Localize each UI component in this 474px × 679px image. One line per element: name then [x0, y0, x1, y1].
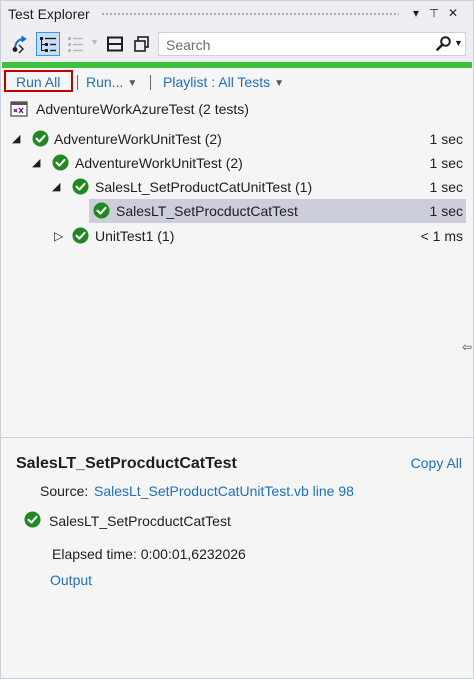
resize-arrow-icon[interactable]: ⇦ [462, 340, 472, 354]
tree-node-duration: 1 sec [429, 131, 463, 147]
source-label: Source: [40, 483, 89, 499]
playlist-menu-button[interactable]: Playlist : All Tests ▼ [163, 74, 284, 90]
copy-icon[interactable] [131, 33, 153, 55]
tree-node-duration: 1 sec [429, 179, 463, 195]
run-menu-label: Run... [86, 74, 124, 90]
title-bar: Test Explorer ▾ ⊥ ✕ [1, 1, 473, 27]
run-dropdown-icon: ▼ [127, 78, 138, 89]
toolbar: ▼ ▼ [1, 27, 473, 61]
separator [150, 75, 151, 90]
passed-icon [72, 227, 89, 244]
tree-node-duration: < 1 ms [420, 228, 463, 244]
solution-row[interactable]: AdventureWorkAzureTest (2 tests) [1, 97, 473, 121]
source-link[interactable]: SalesLt_SetProductCatUnitTest.vb line 98 [94, 483, 354, 499]
tree-node-row[interactable]: ◢ SalesLt_SetProductCatUnitTest (1) 1 se… [1, 175, 473, 199]
tree-node-label: AdventureWorkUnitTest (2) [75, 155, 243, 171]
tree-node-label: SalesLT_SetProcductCatTest [116, 203, 298, 219]
command-bar: Run All Run... ▼ Playlist : All Tests ▼ [1, 68, 473, 96]
visual-studio-solution-icon [10, 101, 28, 117]
passed-icon [72, 178, 89, 195]
solution-label: AdventureWorkAzureTest (2 tests) [36, 101, 249, 117]
test-tree: AdventureWorkAzureTest (2 tests) ◢ Adven… [1, 96, 473, 436]
details-test-title: SalesLT_SetProcductCatTest [16, 455, 237, 472]
close-icon[interactable]: ✕ [445, 5, 461, 21]
test-explorer-window: Test Explorer ▾ ⊥ ✕ ▼ Search ▼ Run All R… [0, 0, 474, 679]
tree-node-label: SalesLt_SetProductCatUnitTest (1) [95, 179, 313, 195]
tree-node-row[interactable]: ▷ UnitTest1 (1) < 1 ms [1, 224, 473, 248]
passed-icon [24, 511, 41, 528]
run-all-button[interactable]: Run All [16, 74, 60, 90]
tree-node-row[interactable]: ◢ AdventureWorkUnitTest (2) 1 sec [1, 151, 473, 175]
window-menu-icon[interactable]: ▾ [408, 5, 424, 21]
collapse-arrow-icon[interactable]: ◢ [32, 156, 40, 169]
pin-icon[interactable]: ⊥ [426, 5, 442, 21]
passed-icon [93, 202, 110, 219]
window-title: Test Explorer [8, 6, 90, 22]
playlist-label: Playlist : All Tests [163, 74, 271, 90]
test-details-pane: SalesLT_SetProcductCatTest Copy All Sour… [1, 438, 473, 678]
group-by-icon[interactable] [9, 33, 31, 55]
details-test-name: SalesLT_SetProcductCatTest [49, 513, 231, 529]
passed-icon [32, 130, 49, 147]
search-icon[interactable] [435, 35, 453, 58]
drag-grip[interactable] [101, 12, 399, 17]
playlist-dropdown-icon: ▼ [274, 78, 285, 89]
tree-node-duration: 1 sec [429, 203, 463, 219]
list-view-dropdown-icon[interactable]: ▼ [90, 37, 99, 47]
expand-arrow-icon[interactable]: ▷ [54, 229, 63, 243]
elapsed-time: Elapsed time: 0:00:01,6232026 [52, 546, 246, 562]
tree-node-label: AdventureWorkUnitTest (2) [54, 131, 222, 147]
selected-test-row[interactable]: SalesLT_SetProcductCatTest 1 sec [1, 199, 473, 223]
passed-icon [52, 154, 69, 171]
search-box[interactable]: ▼ [158, 32, 466, 56]
copy-all-link[interactable]: Copy All [411, 455, 462, 471]
tree-node-duration: 1 sec [429, 155, 463, 171]
run-menu-button[interactable]: Run... ▼ [86, 74, 137, 90]
tree-node-row[interactable]: ◢ AdventureWorkUnitTest (2) 1 sec [1, 127, 473, 151]
playlist-options-icon[interactable] [104, 33, 126, 55]
list-view-icon[interactable] [65, 33, 87, 55]
separator [77, 75, 78, 90]
collapse-arrow-icon[interactable]: ◢ [12, 132, 20, 145]
search-input[interactable] [164, 35, 418, 55]
collapse-arrow-icon[interactable]: ◢ [52, 180, 60, 193]
tree-node-label: UnitTest1 (1) [95, 228, 175, 244]
output-link[interactable]: Output [50, 572, 92, 588]
search-options-dropdown-icon[interactable]: ▼ [454, 38, 463, 48]
hierarchy-view-icon[interactable] [36, 32, 60, 56]
